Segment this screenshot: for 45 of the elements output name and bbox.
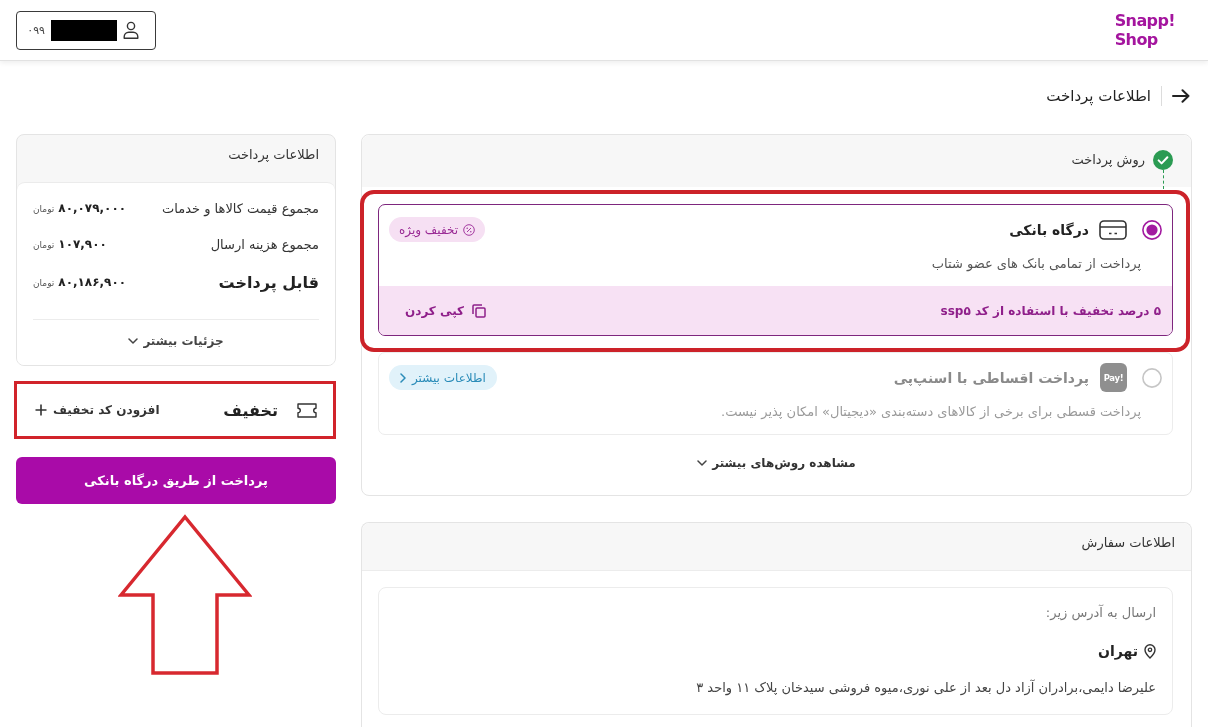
pay-button[interactable]: پرداخت از طریق درگاه بانکی	[16, 457, 336, 504]
chevron-down-icon	[128, 338, 139, 344]
shipping-label: ارسال به آدرس زیر:	[1044, 603, 1156, 623]
user-icon	[123, 21, 139, 39]
summary-label: مجموع قیمت کالاها و خدمات	[162, 200, 319, 216]
radio-button[interactable]	[1142, 219, 1162, 240]
location-pin-icon	[1144, 643, 1156, 659]
section-title: روش پرداخت	[1071, 151, 1145, 170]
city-name: تهران	[1098, 643, 1138, 659]
currency-label: تومان	[33, 204, 55, 214]
discount-title: تخفیف	[223, 400, 278, 420]
total-label: قابل پرداخت	[218, 272, 319, 292]
currency-label: تومان	[33, 278, 55, 288]
more-methods-button[interactable]: مشاهده روش‌های بیشتر	[697, 451, 856, 475]
promo-text: ۵ درصد تخفیف با استفاده از کد ssp۵	[940, 303, 1161, 318]
badge-label: تخفیف ویژه	[399, 222, 459, 237]
option-description: پرداخت قسطی برای برخی از کالاهای دسته‌بندی «دیجیتال» امکان پذیر نیست.	[720, 403, 1142, 422]
copy-button[interactable]: کپی کردن	[405, 303, 487, 318]
step-connector	[1162, 170, 1164, 189]
payment-option[interactable]: درگاه بانکی تخفیف ویژه پرداخت از تمامی بانک های عضو شتاب ۵ درصد تخفیف با استفاده از کد ssp۵ کپی کردن	[378, 204, 1173, 336]
more-details-button[interactable]: جزئیات بیشتر	[128, 320, 224, 362]
option-title: درگاه بانکی	[1009, 221, 1089, 238]
page-title: اطلاعات پرداخت	[1046, 87, 1151, 105]
account-button[interactable]: ۰۹۹	[16, 10, 156, 50]
card-title: اطلاعات سفارش	[1081, 535, 1175, 550]
plus-icon	[35, 404, 47, 416]
address-text: علیرضا دایمی،برادران آزاد دل بعد از علی نوری،میوه فروشی سیدخان پلاک ۱۱ واحد ۳	[695, 678, 1156, 698]
card-title: اطلاعات پرداخت	[228, 147, 319, 162]
logo-tile: Pay!	[1100, 363, 1127, 392]
option-title: پرداخت اقساطی با اسنپ‌پی	[893, 369, 1089, 386]
arrow-right-icon[interactable]	[1172, 89, 1190, 103]
logo[interactable]: Snapp! Shop	[1114, 11, 1175, 49]
summary-amount: ۸۰,۰۷۹,۰۰۰	[58, 201, 127, 215]
total-amount: ۸۰,۱۸۶,۹۰۰	[58, 275, 127, 289]
card-icon	[1099, 219, 1127, 240]
chevron-right-icon	[400, 372, 406, 383]
percent-icon	[463, 223, 476, 236]
chevron-down-icon	[697, 460, 708, 466]
add-discount-button[interactable]: افزودن کد تخفیف	[35, 403, 160, 417]
summary-amount: ۱۰۷,۹۰۰	[58, 237, 107, 251]
currency-label: تومان	[33, 240, 55, 250]
option-description: پرداخت از تمامی بانک های عضو شتاب	[930, 255, 1142, 274]
ticket-icon	[297, 402, 317, 418]
copy-icon	[472, 303, 487, 318]
summary-label: مجموع هزینه ارسال	[210, 236, 319, 252]
